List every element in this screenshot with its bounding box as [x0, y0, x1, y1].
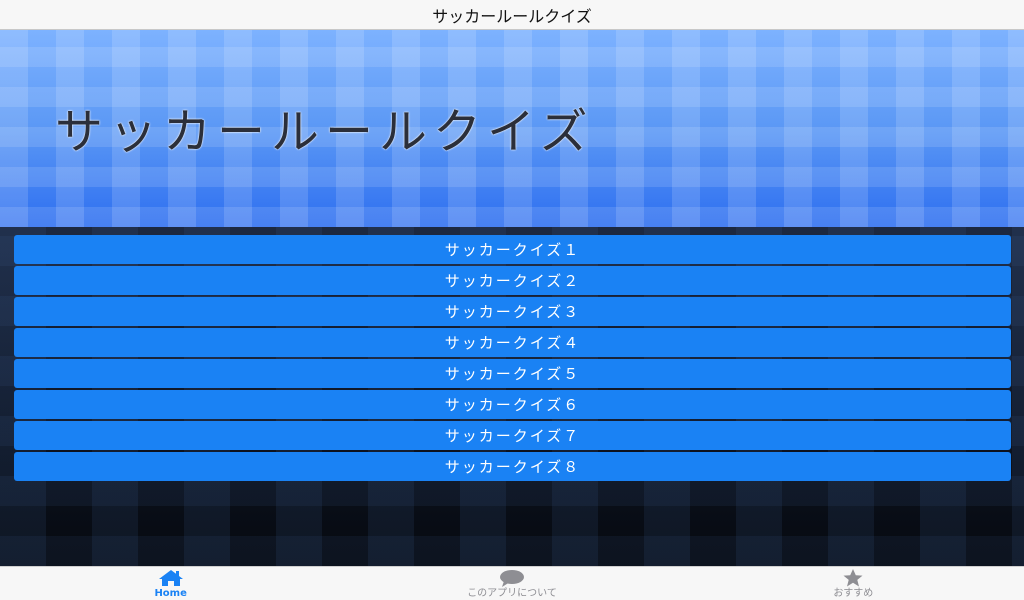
- tab-about-label: このアプリについて: [467, 588, 557, 599]
- banner-title: サッカールールクイズ: [55, 104, 594, 160]
- house-icon: [158, 567, 184, 587]
- quiz-6-button[interactable]: サッカークイズ６: [14, 390, 1011, 419]
- nav-bar: サッカールールクイズ: [0, 0, 1024, 30]
- star-icon: [841, 567, 865, 587]
- tab-home-label: Home: [154, 588, 187, 599]
- nav-title: サッカールールクイズ: [432, 6, 592, 26]
- quiz-3-button[interactable]: サッカークイズ３: [14, 297, 1011, 326]
- quiz-4-button[interactable]: サッカークイズ４: [14, 328, 1011, 357]
- quiz-1-button[interactable]: サッカークイズ１: [14, 235, 1011, 264]
- header-banner: サッカールールクイズ: [0, 30, 1024, 227]
- tab-home[interactable]: Home: [0, 567, 341, 600]
- tab-about[interactable]: このアプリについて: [341, 567, 682, 600]
- quiz-list: サッカークイズ１ サッカークイズ２ サッカークイズ３ サッカークイズ４ サッカー…: [14, 235, 1011, 483]
- quiz-5-button[interactable]: サッカークイズ５: [14, 359, 1011, 388]
- speech-bubble-icon: [498, 567, 526, 587]
- quiz-menu: サッカークイズ１ サッカークイズ２ サッカークイズ３ サッカークイズ４ サッカー…: [0, 227, 1024, 566]
- tab-recommend[interactable]: おすすめ: [683, 567, 1024, 600]
- tab-recommend-label: おすすめ: [833, 588, 874, 599]
- tab-bar: Home このアプリについて おすすめ: [0, 566, 1024, 600]
- quiz-2-button[interactable]: サッカークイズ２: [14, 266, 1011, 295]
- quiz-7-button[interactable]: サッカークイズ７: [14, 421, 1011, 450]
- quiz-8-button[interactable]: サッカークイズ８: [14, 452, 1011, 481]
